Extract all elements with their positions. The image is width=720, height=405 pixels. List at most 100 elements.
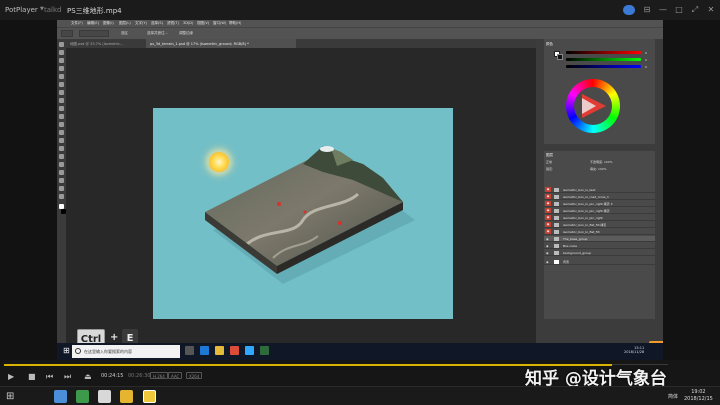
pen-tool-icon[interactable]	[59, 154, 64, 159]
blend-mode-select[interactable]: 正常	[546, 160, 552, 164]
eyedropper-tool-icon[interactable]	[59, 82, 64, 87]
menu-item[interactable]: 选择(S)	[151, 21, 163, 26]
potplayer-icon[interactable]	[143, 390, 156, 403]
eye-icon[interactable]: ◉	[545, 187, 551, 192]
tab-layers[interactable]: 图层	[546, 153, 553, 158]
next-icon[interactable]: ⏭	[64, 372, 71, 382]
maximize-icon[interactable]: □	[673, 4, 685, 16]
photoshop-icon[interactable]	[245, 346, 254, 355]
canvas-area[interactable]: Ctrl + E	[66, 48, 536, 360]
type-tool-icon[interactable]	[59, 162, 64, 167]
document-canvas[interactable]	[153, 108, 453, 319]
menu-item[interactable]: 图像(I)	[103, 21, 114, 26]
video-frame[interactable]: 文件(F) 编辑(E) 图像(I) 图层(L) 文字(Y) 选择(S) 滤镜(T…	[57, 20, 663, 360]
layer-row[interactable]: ◉ background_group	[544, 250, 655, 256]
eye-icon[interactable]: ◉	[545, 194, 551, 199]
menu-item[interactable]: 图层(L)	[119, 21, 131, 26]
eraser-tool-icon[interactable]	[59, 122, 64, 127]
menu-item[interactable]: 3D(D)	[183, 21, 193, 25]
windows-start-icon[interactable]: ⊞	[6, 391, 14, 402]
green-value[interactable]: 0	[645, 58, 647, 62]
play-icon[interactable]: ▶	[8, 372, 14, 381]
chrome-icon[interactable]	[230, 346, 239, 355]
menu-item[interactable]: 视图(V)	[197, 21, 209, 26]
wechat-icon[interactable]	[76, 390, 89, 403]
edge-icon[interactable]	[200, 346, 209, 355]
layer-row[interactable]: ◉ 背景	[544, 259, 655, 265]
minimize-icon[interactable]: —	[657, 4, 669, 16]
eye-icon[interactable]: ◉	[545, 208, 551, 213]
layer-row[interactable]: ◉ isometric_box_lo_pin_right 拷贝 3	[544, 201, 655, 207]
red-slider[interactable]	[566, 51, 641, 54]
green-slider[interactable]	[566, 58, 641, 61]
menu-item[interactable]: 帮助(H)	[229, 21, 241, 26]
app-icon[interactable]	[98, 390, 111, 403]
ime-indicator[interactable]: 简体	[668, 393, 678, 400]
codec-tag[interactable]: H.264	[150, 372, 168, 379]
background-swatch[interactable]	[557, 54, 563, 60]
move-tool-icon[interactable]	[59, 42, 64, 47]
stop-icon[interactable]: ■	[28, 372, 36, 381]
opacity-field[interactable]: 不透明度: 100%	[590, 160, 613, 164]
eye-icon[interactable]: ◉	[545, 222, 551, 227]
cloud-icon[interactable]	[623, 5, 635, 15]
explorer-icon[interactable]	[215, 346, 224, 355]
menu-item[interactable]: 窗口(W)	[213, 21, 226, 26]
layer-row[interactable]: ◉ isometric_box_lo_pin_right	[544, 215, 655, 221]
shape-tool-icon[interactable]	[59, 178, 64, 183]
player-logo[interactable]: PotPlayer	[5, 6, 38, 14]
selection-mode-buttons[interactable]	[79, 30, 109, 37]
refine-edge-button[interactable]: 调整边缘	[179, 31, 193, 36]
tab-document-2[interactable]: ps_3d_terrain_1.psd @ 17% (Isometric_gro…	[146, 39, 296, 48]
folder-icon[interactable]	[120, 390, 133, 403]
close-icon[interactable]: ✕	[705, 4, 717, 16]
tool-preset-picker[interactable]	[61, 30, 73, 37]
browser-icon[interactable]	[54, 390, 67, 403]
photos-icon[interactable]	[260, 346, 269, 355]
gradient-tool-icon[interactable]	[59, 130, 64, 135]
layer-row-selected[interactable]: ◉ The_base_group	[544, 236, 655, 242]
eye-icon[interactable]: ◉	[545, 229, 551, 234]
marquee-tool-icon[interactable]	[59, 50, 64, 55]
layer-row[interactable]: ◉ isometric_box_lo_road_cross_1	[544, 194, 655, 200]
path-select-tool-icon[interactable]	[59, 170, 64, 175]
host-clock[interactable]: 19:02 2018/12/15	[684, 389, 713, 403]
lasso-tool-icon[interactable]	[59, 58, 64, 63]
hand-tool-icon[interactable]	[59, 186, 64, 191]
eye-icon[interactable]: ◉	[546, 251, 549, 255]
eye-icon[interactable]: ◉	[546, 244, 549, 248]
eye-icon[interactable]: ◉	[545, 215, 551, 220]
stamp-tool-icon[interactable]	[59, 106, 64, 111]
blur-tool-icon[interactable]	[59, 138, 64, 143]
codec-tag[interactable]: AAC	[168, 372, 183, 379]
zoom-tool-icon[interactable]	[59, 194, 64, 199]
menu-item[interactable]: 文字(Y)	[135, 21, 147, 26]
prev-icon[interactable]: ⏮	[46, 372, 53, 382]
quick-select-tool-icon[interactable]	[59, 66, 64, 71]
blue-slider[interactable]	[566, 65, 641, 68]
windows-start-icon[interactable]: ⊞	[63, 347, 71, 355]
history-brush-tool-icon[interactable]	[59, 114, 64, 119]
layer-row[interactable]: ◉ isometric_box_lo_text	[544, 187, 655, 193]
fullscreen-icon[interactable]: ⤢	[689, 4, 701, 16]
tab-document-1[interactable]: 地图.psd @ 33.7% (Isometric...	[66, 39, 144, 48]
eye-icon[interactable]: ◉	[545, 201, 551, 206]
crop-tool-icon[interactable]	[59, 74, 64, 79]
task-view-icon[interactable]	[185, 346, 194, 355]
codec-tag[interactable]: X264	[186, 372, 203, 379]
dodge-tool-icon[interactable]	[59, 146, 64, 151]
red-value[interactable]: 0	[645, 51, 647, 55]
tab-color[interactable]: 颜色	[546, 42, 553, 47]
search-input[interactable]: 在这里输入你要搜索的内容	[72, 345, 180, 358]
menu-item[interactable]: 编辑(E)	[87, 21, 99, 26]
eject-icon[interactable]: ⏏	[84, 372, 92, 381]
layer-row[interactable]: ◉ Box-cube	[544, 243, 655, 249]
eye-icon[interactable]: ◉	[546, 260, 549, 264]
layer-row[interactable]: ◉ isometric_box_lo_flat_fill	[544, 229, 655, 235]
healing-tool-icon[interactable]	[59, 90, 64, 95]
menu-item[interactable]: 文件(F)	[71, 21, 83, 26]
select-and-mask-button[interactable]: 选择并遮住...	[147, 31, 168, 36]
layer-row[interactable]: ◉ isometric_box_lo_flat_fill 拷贝	[544, 222, 655, 228]
menu-item[interactable]: 滤镜(T)	[167, 21, 179, 26]
blue-value[interactable]: 0	[645, 65, 647, 69]
